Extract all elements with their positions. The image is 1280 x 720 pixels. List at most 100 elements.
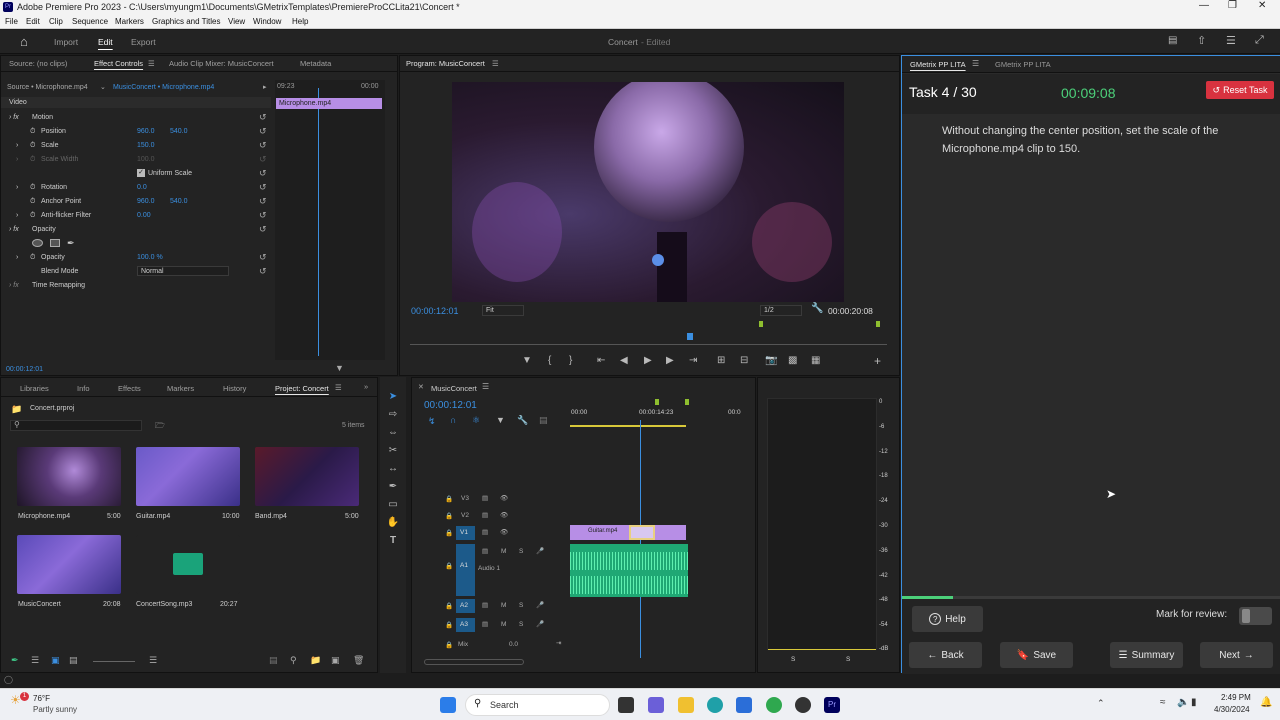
menu-sequence[interactable]: Sequence [72, 17, 108, 26]
toggle-sync-icon[interactable]: ▤ [482, 511, 488, 519]
tab-metadata[interactable]: Metadata [300, 59, 331, 68]
menu-clip[interactable]: Clip [49, 17, 63, 26]
rectangle-tool-icon[interactable]: ▭ [386, 499, 400, 513]
expand-panels-icon[interactable]: » [364, 382, 368, 391]
insert-icon[interactable]: ⊞ [717, 355, 725, 366]
menu-file[interactable]: File [5, 17, 18, 26]
ec-timecode[interactable]: 00:00:12:01 [6, 366, 43, 373]
gmetrix-tab-second[interactable]: GMetrix PP LITA [995, 60, 1051, 69]
clock-date[interactable]: 4/30/2024 [1214, 705, 1250, 714]
resolution-select[interactable]: 1/2 [760, 305, 802, 316]
wrench-icon[interactable]: 🔧 [811, 303, 823, 314]
summary-button[interactable]: ☰ Summary [1110, 642, 1183, 668]
tab-libraries[interactable]: Libraries [20, 384, 49, 393]
project-search-input[interactable]: ⚲ [10, 420, 142, 431]
fullscreen-icon[interactable]: ⤢ [1255, 34, 1264, 47]
program-title[interactable]: Program: MusicConcert [406, 59, 485, 68]
lock-icon[interactable]: 🔒 [445, 641, 453, 649]
premiere-taskbar-icon[interactable]: Pr [824, 697, 840, 713]
solo-button[interactable]: S [519, 548, 523, 555]
menu-markers[interactable]: Markers [115, 17, 144, 26]
taskbar-search[interactable]: ⚲ Search [465, 694, 610, 716]
mute-button[interactable]: M [501, 602, 506, 609]
eye-icon[interactable]: 👁 [500, 528, 508, 536]
stopwatch-icon[interactable]: ⏱ [30, 184, 35, 192]
stopwatch-icon[interactable]: ⏱ [30, 198, 35, 206]
lock-icon[interactable]: 🔒 [445, 621, 453, 629]
anchor-x-value[interactable]: 960.0 [137, 198, 155, 205]
ripple-edit-icon[interactable]: ⇔ [386, 427, 400, 441]
edge-icon[interactable] [707, 697, 723, 713]
tab-project[interactable]: Project: Concert [275, 384, 329, 393]
ec-mini-timeline[interactable]: 09:23 00:00 Microphone.mp4 [275, 80, 385, 360]
mark-out-icon[interactable]: } [569, 355, 572, 366]
expand-arrow-icon[interactable]: › [16, 212, 18, 219]
tab-info[interactable]: Info [77, 384, 90, 393]
new-bin-icon[interactable]: 📁 [310, 655, 321, 666]
ec-clip-label[interactable]: MusicConcert • Microphone.mp4 [113, 84, 214, 91]
tab-effects[interactable]: Effects [118, 384, 141, 393]
windows-start-icon[interactable] [440, 697, 456, 713]
razor-tool-icon[interactable]: ✂ [386, 445, 400, 459]
captions-icon[interactable]: ▤ [539, 415, 548, 426]
audio-clip[interactable] [570, 544, 688, 597]
minimize-icon[interactable]: — [1199, 0, 1209, 11]
vr-icon[interactable]: ▦ [811, 355, 820, 366]
position-x-value[interactable]: 960.0 [137, 128, 155, 135]
step-back-icon[interactable]: ◀ [620, 355, 628, 366]
export-frame-icon[interactable]: 📷 [765, 355, 777, 366]
reset-icon[interactable]: ↺ [259, 210, 267, 221]
menu-edit[interactable]: Edit [26, 17, 40, 26]
timeline-timecode[interactable]: 00:00:12:01 [424, 400, 477, 411]
toggle-sync-icon[interactable]: ▤ [482, 547, 488, 555]
add-button-icon[interactable]: + [874, 354, 881, 368]
sequence-thumb-musicconcert[interactable] [17, 535, 121, 594]
clip-thumb-guitar[interactable] [136, 447, 240, 506]
home-icon[interactable]: ⌂ [20, 34, 28, 49]
step-forward-icon[interactable]: ▶ [666, 355, 674, 366]
app-icon[interactable] [795, 697, 811, 713]
tab-effect-controls[interactable]: Effect Controls [94, 59, 143, 68]
export-tab[interactable]: Export [131, 37, 156, 47]
video-clip-microphone[interactable] [629, 525, 655, 540]
back-button[interactable]: ← Back [909, 642, 982, 668]
snap-icon[interactable]: ∩ [450, 415, 456, 425]
zoom-slider[interactable] [93, 661, 135, 662]
list-view-icon[interactable]: ☰ [31, 655, 39, 666]
lock-icon[interactable]: 🔒 [445, 602, 453, 610]
reset-icon[interactable]: ↺ [259, 266, 267, 277]
gmetrix-tab-active[interactable]: GMetrix PP LITA [910, 60, 966, 69]
selection-tool-icon[interactable]: ➤ [386, 391, 400, 405]
track-label-a1[interactable]: A1 [456, 544, 475, 596]
close-icon[interactable]: ✕ [418, 383, 424, 391]
mix-value[interactable]: 0.0 [509, 641, 518, 648]
mark-in-icon[interactable]: { [548, 355, 551, 366]
position-y-value[interactable]: 540.0 [170, 128, 188, 135]
hand-tool-icon[interactable]: ✋ [386, 517, 400, 531]
share-icon[interactable]: ⇧ [1197, 34, 1206, 47]
toggle-sync-icon[interactable]: ▤ [482, 620, 488, 628]
fit-select[interactable]: Fit [482, 305, 524, 316]
lock-icon[interactable]: 🔒 [445, 529, 453, 537]
solo-right-button[interactable]: S [846, 656, 850, 663]
tab-markers[interactable]: Markers [167, 384, 194, 393]
microphone-icon[interactable]: 🎤 [536, 547, 544, 555]
pen-tool-icon[interactable]: ✒ [386, 481, 400, 495]
opacity-value[interactable]: 100.0 % [137, 254, 163, 261]
weather-desc[interactable]: Partly sunny [33, 705, 77, 714]
volume-icon[interactable]: 🔈 [1177, 697, 1189, 708]
menu-graphics[interactable]: Graphics and Titles [152, 17, 220, 26]
work-area-bar[interactable] [570, 425, 686, 427]
trash-icon[interactable]: 🗑 [353, 655, 364, 666]
rectangle-mask-icon[interactable] [50, 239, 60, 247]
reset-icon[interactable]: ↺ [259, 252, 267, 263]
expand-arrow-icon[interactable]: › [16, 142, 18, 149]
program-video-frame[interactable] [452, 82, 844, 302]
play-clip-icon[interactable]: ▸ [263, 83, 267, 91]
rotation-value[interactable]: 0.0 [137, 184, 147, 191]
motion-row[interactable]: › fx Motion ↺ [1, 111, 271, 125]
eye-icon[interactable]: 👁 [500, 494, 508, 502]
chrome-icon[interactable] [766, 697, 782, 713]
reset-task-button[interactable]: ↺ Reset Task [1206, 81, 1274, 99]
ellipse-mask-icon[interactable] [32, 239, 43, 247]
